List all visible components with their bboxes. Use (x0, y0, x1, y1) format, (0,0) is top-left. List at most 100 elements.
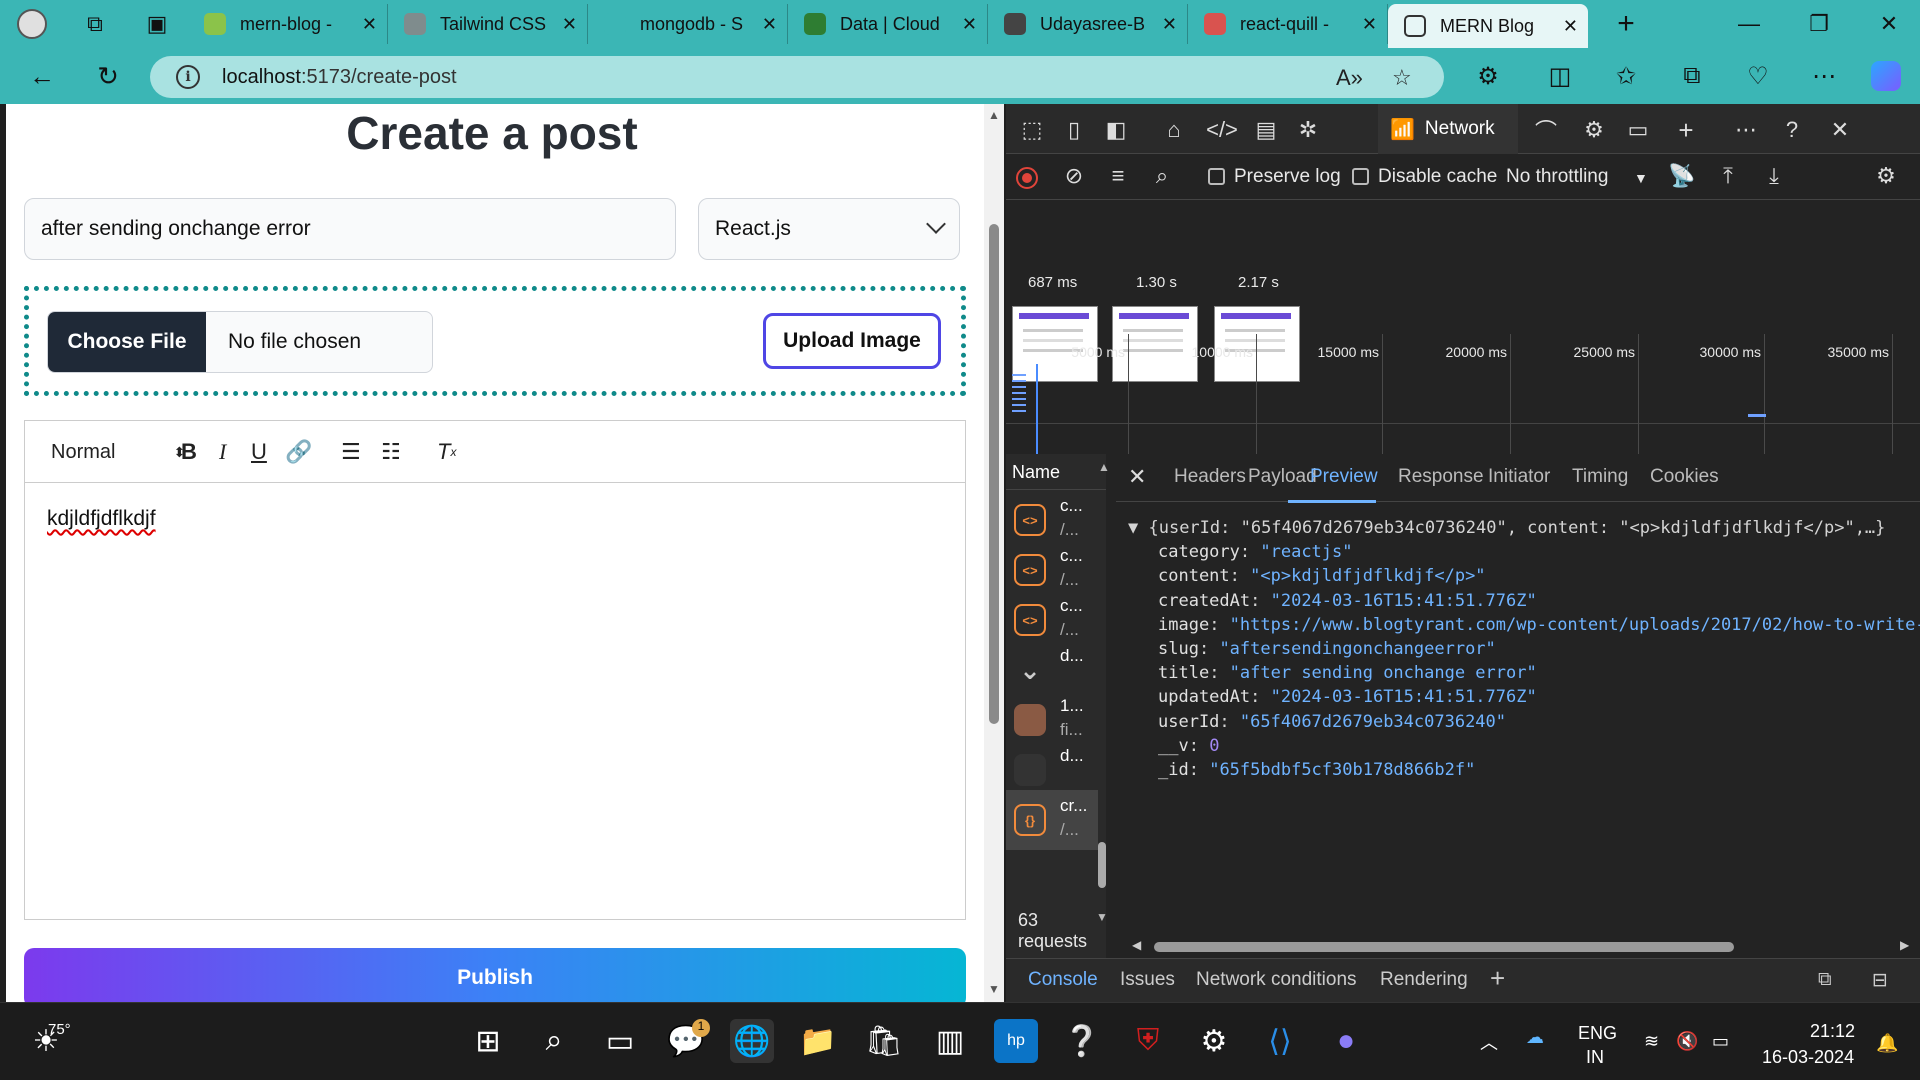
import-har-icon[interactable]: ⤒ (1712, 160, 1744, 192)
choose-file-button[interactable]: Choose File (48, 312, 206, 372)
json-preview[interactable]: ▼ {userId: "65f4067d2679eb34c0736240", c… (1128, 516, 1920, 782)
scroll-down-icon[interactable]: ▼ (988, 982, 1000, 996)
tab-close-icon[interactable]: ✕ (362, 14, 377, 35)
collections-icon[interactable]: ⧉ (1672, 56, 1712, 96)
microsoft-store-icon[interactable]: 🛍 (862, 1019, 906, 1063)
browser-tab[interactable]: Tailwind CSS ✕ (388, 4, 588, 44)
tab-payload[interactable]: Payload (1248, 466, 1317, 488)
scrollbar-thumb[interactable] (1154, 942, 1734, 952)
sort-up-icon[interactable]: ▲ (1098, 460, 1110, 474)
clock-date[interactable]: 16-03-2024 (1762, 1047, 1854, 1068)
start-icon[interactable]: ⊞ (466, 1019, 510, 1063)
underline-icon[interactable]: U (251, 437, 267, 467)
clock-time[interactable]: 21:12 (1810, 1021, 1855, 1042)
tab-response[interactable]: Response (1398, 466, 1484, 488)
network-conditions-icon[interactable]: 📡 (1666, 160, 1698, 192)
hp-app-icon[interactable]: hp (994, 1019, 1038, 1063)
tab-close-icon[interactable]: ✕ (1162, 14, 1177, 35)
request-row[interactable]: {} cr... /... (1006, 790, 1098, 850)
app-icon[interactable]: ● (1324, 1019, 1368, 1063)
clear-format-icon[interactable]: Tx (437, 437, 456, 467)
tab-actions-icon[interactable]: ▣ (126, 0, 188, 48)
volume-mute-icon[interactable]: 🔇 (1676, 1031, 1698, 1052)
restore-icon[interactable]: ❐ (1784, 0, 1854, 48)
horizontal-scrollbar[interactable]: ◀ ▶ (1132, 938, 1912, 952)
browser-essentials-icon[interactable]: ♡ (1738, 56, 1778, 96)
tab-preview[interactable]: Preview (1310, 466, 1378, 488)
page-scrollbar[interactable]: ▲ ▼ (984, 104, 1004, 1002)
browser-tab[interactable]: Data | Cloud ✕ (788, 4, 988, 44)
name-column-header[interactable]: Name (1006, 454, 1106, 490)
post-title-input[interactable]: after sending onchange error (24, 198, 676, 260)
tab-timing[interactable]: Timing (1572, 466, 1628, 488)
more-options-icon[interactable]: ⋯ (1730, 114, 1762, 146)
tab-close-icon[interactable]: ✕ (562, 14, 577, 35)
tab-headers[interactable]: Headers (1174, 466, 1246, 488)
tab-close-icon[interactable]: ✕ (1362, 14, 1377, 35)
tab-close-icon[interactable]: ✕ (962, 14, 977, 35)
bullet-list-icon[interactable]: ☷ (381, 437, 401, 467)
browser-tab[interactable]: Udayasree-B ✕ (988, 4, 1188, 44)
search-icon[interactable]: ⌕ (1146, 160, 1178, 192)
close-devtools-icon[interactable]: ✕ (1824, 114, 1856, 146)
settings-more-icon[interactable]: ⋯ (1804, 56, 1844, 96)
italic-icon[interactable]: I (219, 437, 226, 467)
upload-image-button[interactable]: Upload Image (763, 313, 941, 369)
network-settings-icon[interactable]: ⚙ (1870, 160, 1902, 192)
disable-cache-checkbox[interactable] (1352, 168, 1369, 185)
add-drawer-tab-icon[interactable]: + (1490, 963, 1505, 994)
url-text[interactable]: localhost:5173/create-post (222, 66, 457, 89)
performance-icon[interactable]: ⌒ (1530, 114, 1562, 146)
browser-tab[interactable]: MERN Blog ✕ (1388, 4, 1588, 48)
application-icon[interactable]: ▭ (1622, 114, 1654, 146)
reload-icon[interactable]: ↻ (88, 56, 128, 96)
app-icon[interactable]: ▥ (928, 1019, 972, 1063)
antivirus-icon[interactable]: ⛨ (1126, 1019, 1170, 1063)
edge-browser-icon[interactable]: 🌐 (730, 1019, 774, 1063)
tab-cookies[interactable]: Cookies (1650, 466, 1719, 488)
filter-icon[interactable]: ≡ (1102, 160, 1134, 192)
network-overview-timeline[interactable]: 5000 ms 10000 ms 15000 ms 20000 ms 25000… (1006, 334, 1920, 454)
drawer-tab-issues[interactable]: Issues (1120, 969, 1175, 991)
taskbar-search-icon[interactable]: ⌕ (532, 1019, 576, 1063)
settings-app-icon[interactable]: ⚙ (1192, 1019, 1236, 1063)
profile-avatar[interactable] (0, 0, 64, 48)
copilot-icon[interactable] (1866, 56, 1906, 96)
publish-button[interactable]: Publish (24, 948, 966, 1002)
onedrive-icon[interactable]: ☁ (1526, 1027, 1544, 1048)
elements-icon[interactable]: </> (1206, 114, 1238, 146)
caret-down-icon[interactable]: ▼ (1634, 170, 1648, 186)
extensions-icon[interactable]: ⚙ (1468, 56, 1508, 96)
battery-icon[interactable]: ▭ (1712, 1031, 1729, 1052)
workspaces-icon[interactable]: ⧉ (64, 0, 126, 48)
header-format-picker[interactable]: Normal ⬍ (51, 437, 185, 467)
editor-content[interactable]: kdjldfjdflkdjf (25, 483, 965, 555)
link-icon[interactable]: 🔗 (285, 437, 312, 467)
file-explorer-icon[interactable]: 📁 (796, 1019, 840, 1063)
device-emulation-icon[interactable]: ▯ (1058, 114, 1090, 146)
scrollbar-thumb[interactable] (989, 224, 999, 724)
language-bottom[interactable]: IN (1586, 1047, 1604, 1068)
weather-temp[interactable]: 75° (48, 1021, 71, 1038)
drawer-tab-network-conditions[interactable]: Network conditions (1196, 969, 1357, 991)
read-aloud-icon[interactable]: A» (1336, 65, 1363, 91)
notifications-icon[interactable]: 🔔 (1876, 1033, 1898, 1054)
address-bar[interactable]: i localhost:5173/create-post A» ☆ (150, 56, 1444, 98)
split-screen-icon[interactable]: ◫ (1540, 56, 1580, 96)
scrollbar-thumb[interactable] (1098, 842, 1106, 888)
scroll-right-icon[interactable]: ▶ (1900, 938, 1909, 952)
file-input[interactable]: Choose File No file chosen (47, 311, 433, 373)
export-har-icon[interactable]: ⤓ (1758, 160, 1790, 192)
console-icon[interactable]: ▤ (1250, 114, 1282, 146)
category-select[interactable]: React.js (698, 198, 960, 260)
scroll-up-icon[interactable]: ▲ (988, 108, 1000, 122)
favorite-star-icon[interactable]: ☆ (1392, 65, 1412, 91)
chevron-up-icon[interactable]: ︿ (1480, 1029, 1498, 1055)
tab-close-icon[interactable]: ✕ (1563, 16, 1578, 37)
record-icon[interactable] (1016, 167, 1038, 189)
ordered-list-icon[interactable]: ☰ (341, 437, 361, 467)
task-view-icon[interactable]: ▭ (598, 1019, 642, 1063)
dock-side-icon[interactable]: ◧ (1100, 114, 1132, 146)
tab-initiator[interactable]: Initiator (1488, 466, 1550, 488)
vscode-icon[interactable]: ⟨⟩ (1258, 1019, 1302, 1063)
